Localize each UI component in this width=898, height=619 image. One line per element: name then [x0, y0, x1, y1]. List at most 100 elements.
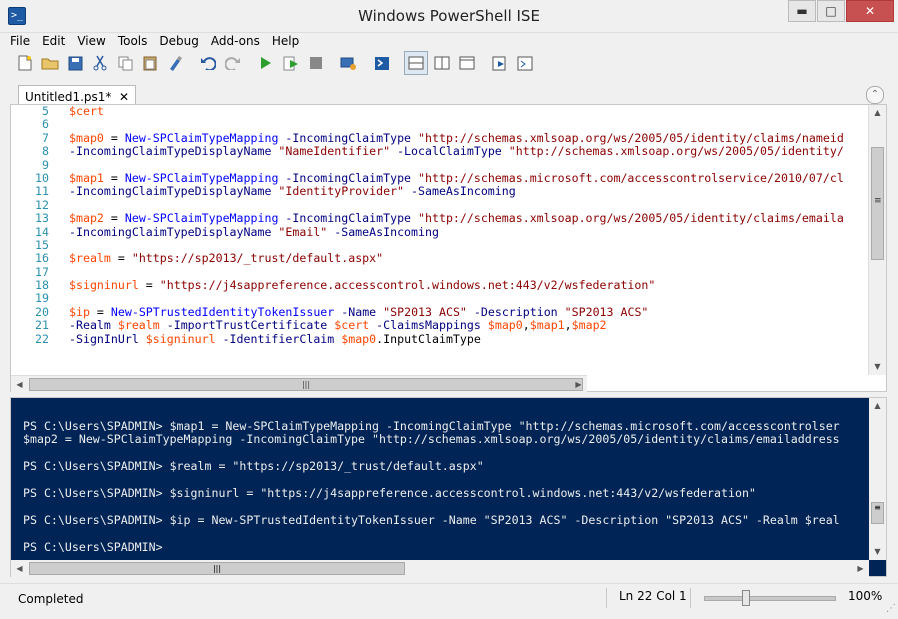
- code-line[interactable]: 6: [11, 117, 869, 132]
- code-token: =: [103, 211, 125, 226]
- show-script-maximized-icon[interactable]: [456, 52, 478, 74]
- script-editor[interactable]: 5 $cert 6 7 $map0 = New-SPClaimTypeMapping -…: [10, 104, 887, 393]
- remote-powershell-icon[interactable]: [338, 52, 360, 74]
- line-number: 16: [35, 251, 49, 266]
- code-line[interactable]: 9: [11, 158, 869, 172]
- line-number: 15: [35, 237, 49, 252]
- title-bar: >_ Windows PowerShell ISE ▬ □ ✕: [0, 0, 898, 33]
- paste-icon[interactable]: [139, 52, 161, 74]
- scroll-down-arrow-icon[interactable]: ▼: [869, 359, 886, 375]
- code-line[interactable]: 14 -IncomingClaimTypeDisplayName "Email" …: [11, 224, 869, 239]
- scroll-up-arrow-icon[interactable]: ▲: [869, 105, 886, 121]
- console-output[interactable]: PS C:\Users\SPADMIN> $map1 = New-SPClaim…: [23, 420, 868, 560]
- code-token: =: [103, 170, 125, 185]
- scroll-up-arrow-icon[interactable]: ▲: [869, 398, 886, 414]
- code-line[interactable]: 10 $map1 = New-SPClaimTypeMapping -Incomi…: [11, 170, 869, 185]
- code-token: =: [110, 251, 132, 266]
- editor-horizontal-scrollbar[interactable]: ◀ ||| ▶: [11, 375, 587, 393]
- close-tab-icon[interactable]: ✕: [119, 90, 129, 104]
- scroll-right-arrow-icon[interactable]: ▶: [852, 560, 869, 577]
- new-file-icon[interactable]: [14, 52, 36, 74]
- window-title: Windows PowerShell ISE: [358, 7, 540, 25]
- code-token: New-SPTrustedIdentityTokenIssuer: [110, 304, 335, 319]
- code-token: -IncomingClaimType: [278, 211, 412, 226]
- start-powershell-icon[interactable]: [371, 52, 393, 74]
- show-command-addon-icon[interactable]: [514, 52, 536, 74]
- code-token: "https://sp2013/_trust/default.aspx": [131, 251, 384, 266]
- code-area[interactable]: 5 $cert 6 7 $map0 = New-SPClaimTypeMapping -…: [11, 105, 869, 375]
- code-line[interactable]: 7 $map0 = New-SPClaimTypeMapping -Incomin…: [11, 131, 869, 145]
- zoom-slider-thumb[interactable]: [741, 590, 750, 606]
- console-vscroll-thumb[interactable]: ≡: [871, 502, 884, 524]
- open-folder-icon[interactable]: [39, 52, 61, 74]
- editor-vertical-scrollbar[interactable]: ▲ ≡ ▼: [868, 105, 886, 375]
- menu-help[interactable]: Help: [272, 32, 299, 50]
- menu-addons[interactable]: Add-ons: [211, 32, 260, 50]
- console-horizontal-scrollbar[interactable]: ◀ ||| ▶: [11, 560, 869, 577]
- resize-grip-icon[interactable]: ⋰: [886, 603, 896, 614]
- show-script-top-icon[interactable]: [404, 51, 428, 75]
- cut-icon[interactable]: [89, 52, 111, 74]
- save-icon[interactable]: [64, 52, 86, 74]
- tab-label: Untitled1.ps1*: [25, 89, 112, 104]
- run-selection-icon[interactable]: [280, 52, 302, 74]
- close-button[interactable]: ✕: [846, 0, 894, 22]
- stop-icon[interactable]: [305, 52, 327, 74]
- code-line[interactable]: 5 $cert: [11, 105, 869, 118]
- menu-file[interactable]: File: [10, 32, 30, 50]
- scroll-left-arrow-icon[interactable]: ◀: [11, 560, 28, 577]
- run-script-icon[interactable]: [255, 52, 277, 74]
- status-text: Completed: [18, 592, 84, 606]
- minimize-button[interactable]: ▬: [788, 0, 816, 22]
- zoom-level: 100%: [848, 589, 883, 603]
- clear-console-icon[interactable]: [164, 52, 186, 74]
- code-line[interactable]: 13 $map2 = New-SPClaimTypeMapping -Incomi…: [11, 211, 869, 226]
- editor-vscroll-thumb[interactable]: ≡: [871, 147, 884, 260]
- show-script-right-icon[interactable]: [431, 52, 453, 74]
- show-script-pane-icon[interactable]: [489, 52, 511, 74]
- scroll-down-arrow-icon[interactable]: ▼: [869, 544, 886, 560]
- line-number: 6: [42, 117, 49, 132]
- code-token: -SignInUrl: [69, 331, 139, 346]
- maximize-button[interactable]: □: [817, 0, 845, 22]
- code-line[interactable]: 12: [11, 198, 869, 212]
- menu-debug[interactable]: Debug: [159, 32, 198, 50]
- menu-view[interactable]: View: [77, 32, 105, 50]
- code-token: -Name: [334, 304, 377, 319]
- copy-icon[interactable]: [114, 52, 136, 74]
- code-line[interactable]: 11 -IncomingClaimTypeDisplayName "Identit…: [11, 184, 869, 198]
- code-line[interactable]: 17: [11, 265, 869, 279]
- status-divider: [690, 588, 691, 608]
- menu-edit[interactable]: Edit: [42, 32, 65, 50]
- code-token: "SP2013 ACS": [376, 304, 467, 319]
- code-line[interactable]: 15: [11, 237, 869, 252]
- code-line[interactable]: 20 $ip = New-SPTrustedIdentityTokenIssuer…: [11, 304, 869, 319]
- code-token: -ClaimsMappings: [369, 318, 481, 333]
- code-line[interactable]: 22 -SignInUrl $signinurl -IdentifierClaim…: [11, 331, 869, 346]
- console-pane[interactable]: PS C:\Users\SPADMIN> $map1 = New-SPClaim…: [10, 397, 887, 577]
- editor-hscroll-thumb[interactable]: |||: [29, 378, 583, 391]
- console-vertical-scrollbar[interactable]: ▲ ≡ ▼: [869, 398, 886, 560]
- code-line[interactable]: 16 $realm = "https://sp2013/_trust/defaul…: [11, 251, 869, 266]
- code-token: .InputClaimType: [376, 331, 481, 346]
- console-hscroll-thumb[interactable]: |||: [29, 562, 405, 575]
- redo-icon[interactable]: [222, 52, 244, 74]
- collapse-script-pane-icon[interactable]: ⌃: [866, 86, 884, 104]
- scroll-left-arrow-icon[interactable]: ◀: [11, 376, 28, 393]
- code-line[interactable]: 19: [11, 292, 869, 306]
- undo-icon[interactable]: [197, 52, 219, 74]
- line-column-indicator: Ln 22 Col 1: [619, 589, 687, 603]
- menu-tools[interactable]: Tools: [118, 32, 148, 50]
- code-token: $signinurl: [138, 331, 216, 346]
- code-line[interactable]: 8 -IncomingClaimTypeDisplayName "NameIden…: [11, 144, 869, 158]
- code-token: =: [89, 304, 111, 319]
- zoom-slider[interactable]: [704, 590, 836, 606]
- code-token: -IncomingClaimTypeDisplayName: [69, 224, 272, 239]
- code-token: -Description: [466, 304, 558, 319]
- scroll-right-arrow-icon[interactable]: ▶: [570, 376, 587, 393]
- code-line[interactable]: 18 $signinurl = "https://j4sappreference.…: [11, 278, 869, 292]
- code-line[interactable]: 21 -Realm $realm -ImportTrustCertificate …: [11, 318, 869, 333]
